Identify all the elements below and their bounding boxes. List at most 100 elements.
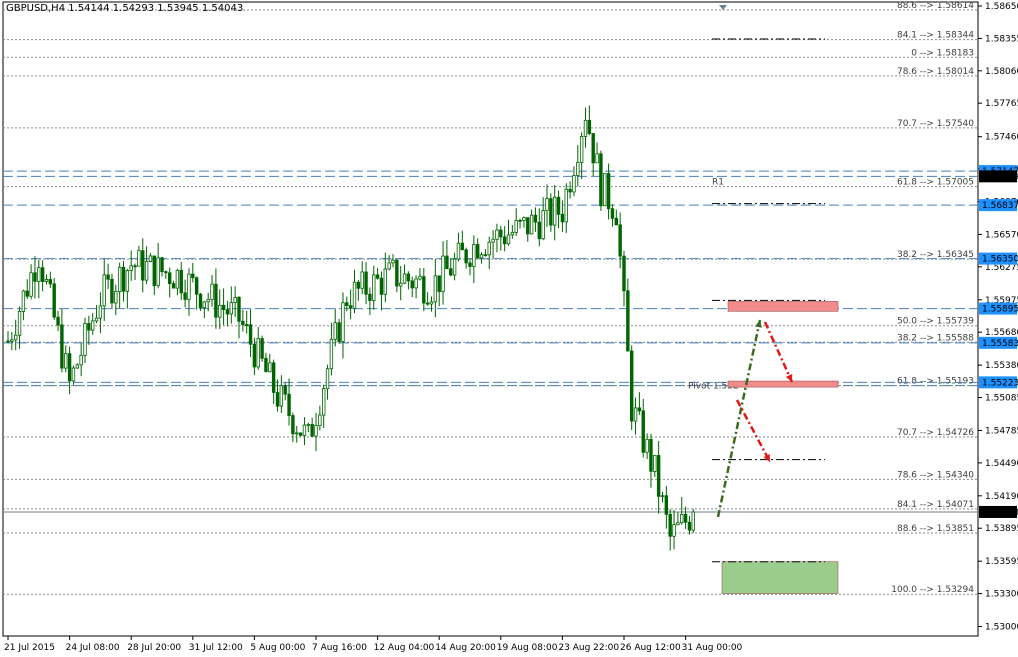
candle bbox=[510, 231, 515, 236]
y-tick-label: 1.53595 bbox=[985, 557, 1018, 567]
candle bbox=[456, 242, 461, 260]
candle bbox=[137, 250, 141, 267]
y-tick-label: 1.55085 bbox=[985, 394, 1018, 404]
candle bbox=[260, 338, 264, 359]
candle bbox=[75, 364, 79, 369]
candle bbox=[410, 280, 414, 289]
candle bbox=[117, 266, 122, 292]
x-tick-label: 7 Aug 16:00 bbox=[312, 643, 367, 653]
resistance-zone bbox=[727, 301, 839, 312]
candle bbox=[167, 272, 172, 285]
candle bbox=[683, 514, 688, 523]
candle bbox=[314, 425, 318, 437]
candle bbox=[460, 242, 464, 251]
candle bbox=[518, 219, 522, 222]
candle bbox=[175, 269, 180, 289]
candle bbox=[194, 277, 199, 295]
fib-level-label: 38.2 --> 1.55588 bbox=[897, 333, 974, 343]
candle bbox=[325, 368, 330, 390]
price-badge-text: 1.55895 bbox=[982, 305, 1018, 315]
candle bbox=[579, 136, 584, 163]
candle bbox=[626, 290, 630, 352]
candle bbox=[603, 173, 607, 207]
y-tick-label: 1.57460 bbox=[985, 133, 1018, 143]
price-badge-text: 1.54043 bbox=[982, 508, 1018, 518]
candle bbox=[398, 282, 403, 287]
candle bbox=[479, 254, 484, 259]
candle bbox=[129, 265, 133, 271]
y-tick-label: 1.55380 bbox=[985, 361, 1018, 371]
candle bbox=[441, 255, 445, 292]
price-chart[interactable]: 88.6 --> 1.58614 84.1 --> 1.58344 0 --> 1.… bbox=[0, 0, 1018, 657]
candle bbox=[83, 323, 87, 356]
candle bbox=[375, 274, 380, 279]
candle bbox=[425, 302, 430, 305]
price-badge-text: 1.55583 bbox=[982, 339, 1018, 349]
candle bbox=[418, 276, 422, 280]
candle bbox=[6, 340, 10, 343]
candle bbox=[472, 244, 476, 267]
candle bbox=[402, 273, 407, 284]
candle bbox=[67, 353, 72, 382]
fib-level-label: 61.8 --> 1.57005 bbox=[897, 178, 974, 188]
candle bbox=[283, 385, 287, 395]
candle bbox=[295, 432, 299, 435]
y-tick-label: 1.57765 bbox=[985, 99, 1018, 109]
candle bbox=[464, 249, 468, 264]
candle bbox=[144, 261, 149, 281]
candle bbox=[179, 269, 183, 294]
candle bbox=[329, 338, 334, 370]
candle bbox=[29, 272, 33, 297]
candle bbox=[279, 385, 284, 407]
candle bbox=[160, 257, 164, 273]
candle bbox=[352, 281, 357, 309]
candle bbox=[114, 291, 118, 304]
candle bbox=[56, 316, 60, 326]
candle bbox=[256, 338, 260, 368]
candle bbox=[445, 255, 449, 270]
candle bbox=[241, 320, 245, 325]
candle bbox=[649, 438, 653, 472]
candle bbox=[198, 293, 203, 308]
candle bbox=[560, 213, 565, 223]
candle bbox=[691, 511, 695, 531]
y-tick-label: 1.58650 bbox=[985, 2, 1018, 12]
y-tick-label: 1.54490 bbox=[985, 459, 1018, 469]
candle bbox=[318, 414, 322, 426]
candle bbox=[233, 297, 237, 303]
candle bbox=[52, 283, 56, 318]
candle bbox=[572, 175, 576, 193]
fib-level-label: 50.0 --> 1.55739 bbox=[897, 317, 974, 327]
candle bbox=[587, 119, 592, 134]
candle bbox=[64, 353, 68, 369]
candle bbox=[102, 274, 106, 307]
candle bbox=[449, 268, 453, 276]
candle bbox=[437, 275, 441, 292]
candle bbox=[10, 339, 14, 342]
candle bbox=[345, 302, 349, 307]
candle bbox=[141, 250, 145, 281]
x-tick-label: 26 Aug 12:00 bbox=[620, 643, 681, 653]
candle bbox=[422, 276, 426, 304]
price-badge-text: 1.57099 bbox=[982, 172, 1018, 182]
candle bbox=[121, 266, 126, 292]
candle bbox=[583, 119, 588, 137]
candle bbox=[553, 196, 557, 226]
candle bbox=[48, 279, 53, 285]
fib-level-label: 70.7 --> 1.57540 bbox=[897, 119, 974, 129]
candle bbox=[676, 522, 680, 526]
candle bbox=[268, 362, 272, 373]
candle bbox=[244, 324, 249, 326]
candle bbox=[60, 324, 64, 369]
candle bbox=[333, 322, 337, 340]
candle bbox=[91, 320, 95, 331]
fib-level-label: 70.7 --> 1.54726 bbox=[897, 428, 974, 438]
candle bbox=[183, 292, 187, 300]
chart-window[interactable]: 88.6 --> 1.58614 84.1 --> 1.58344 0 --> 1.… bbox=[0, 0, 1018, 657]
candle bbox=[595, 153, 599, 164]
candle bbox=[468, 262, 472, 267]
candle bbox=[495, 229, 499, 240]
candle bbox=[210, 283, 214, 300]
candle bbox=[248, 324, 253, 345]
candle bbox=[94, 317, 99, 322]
